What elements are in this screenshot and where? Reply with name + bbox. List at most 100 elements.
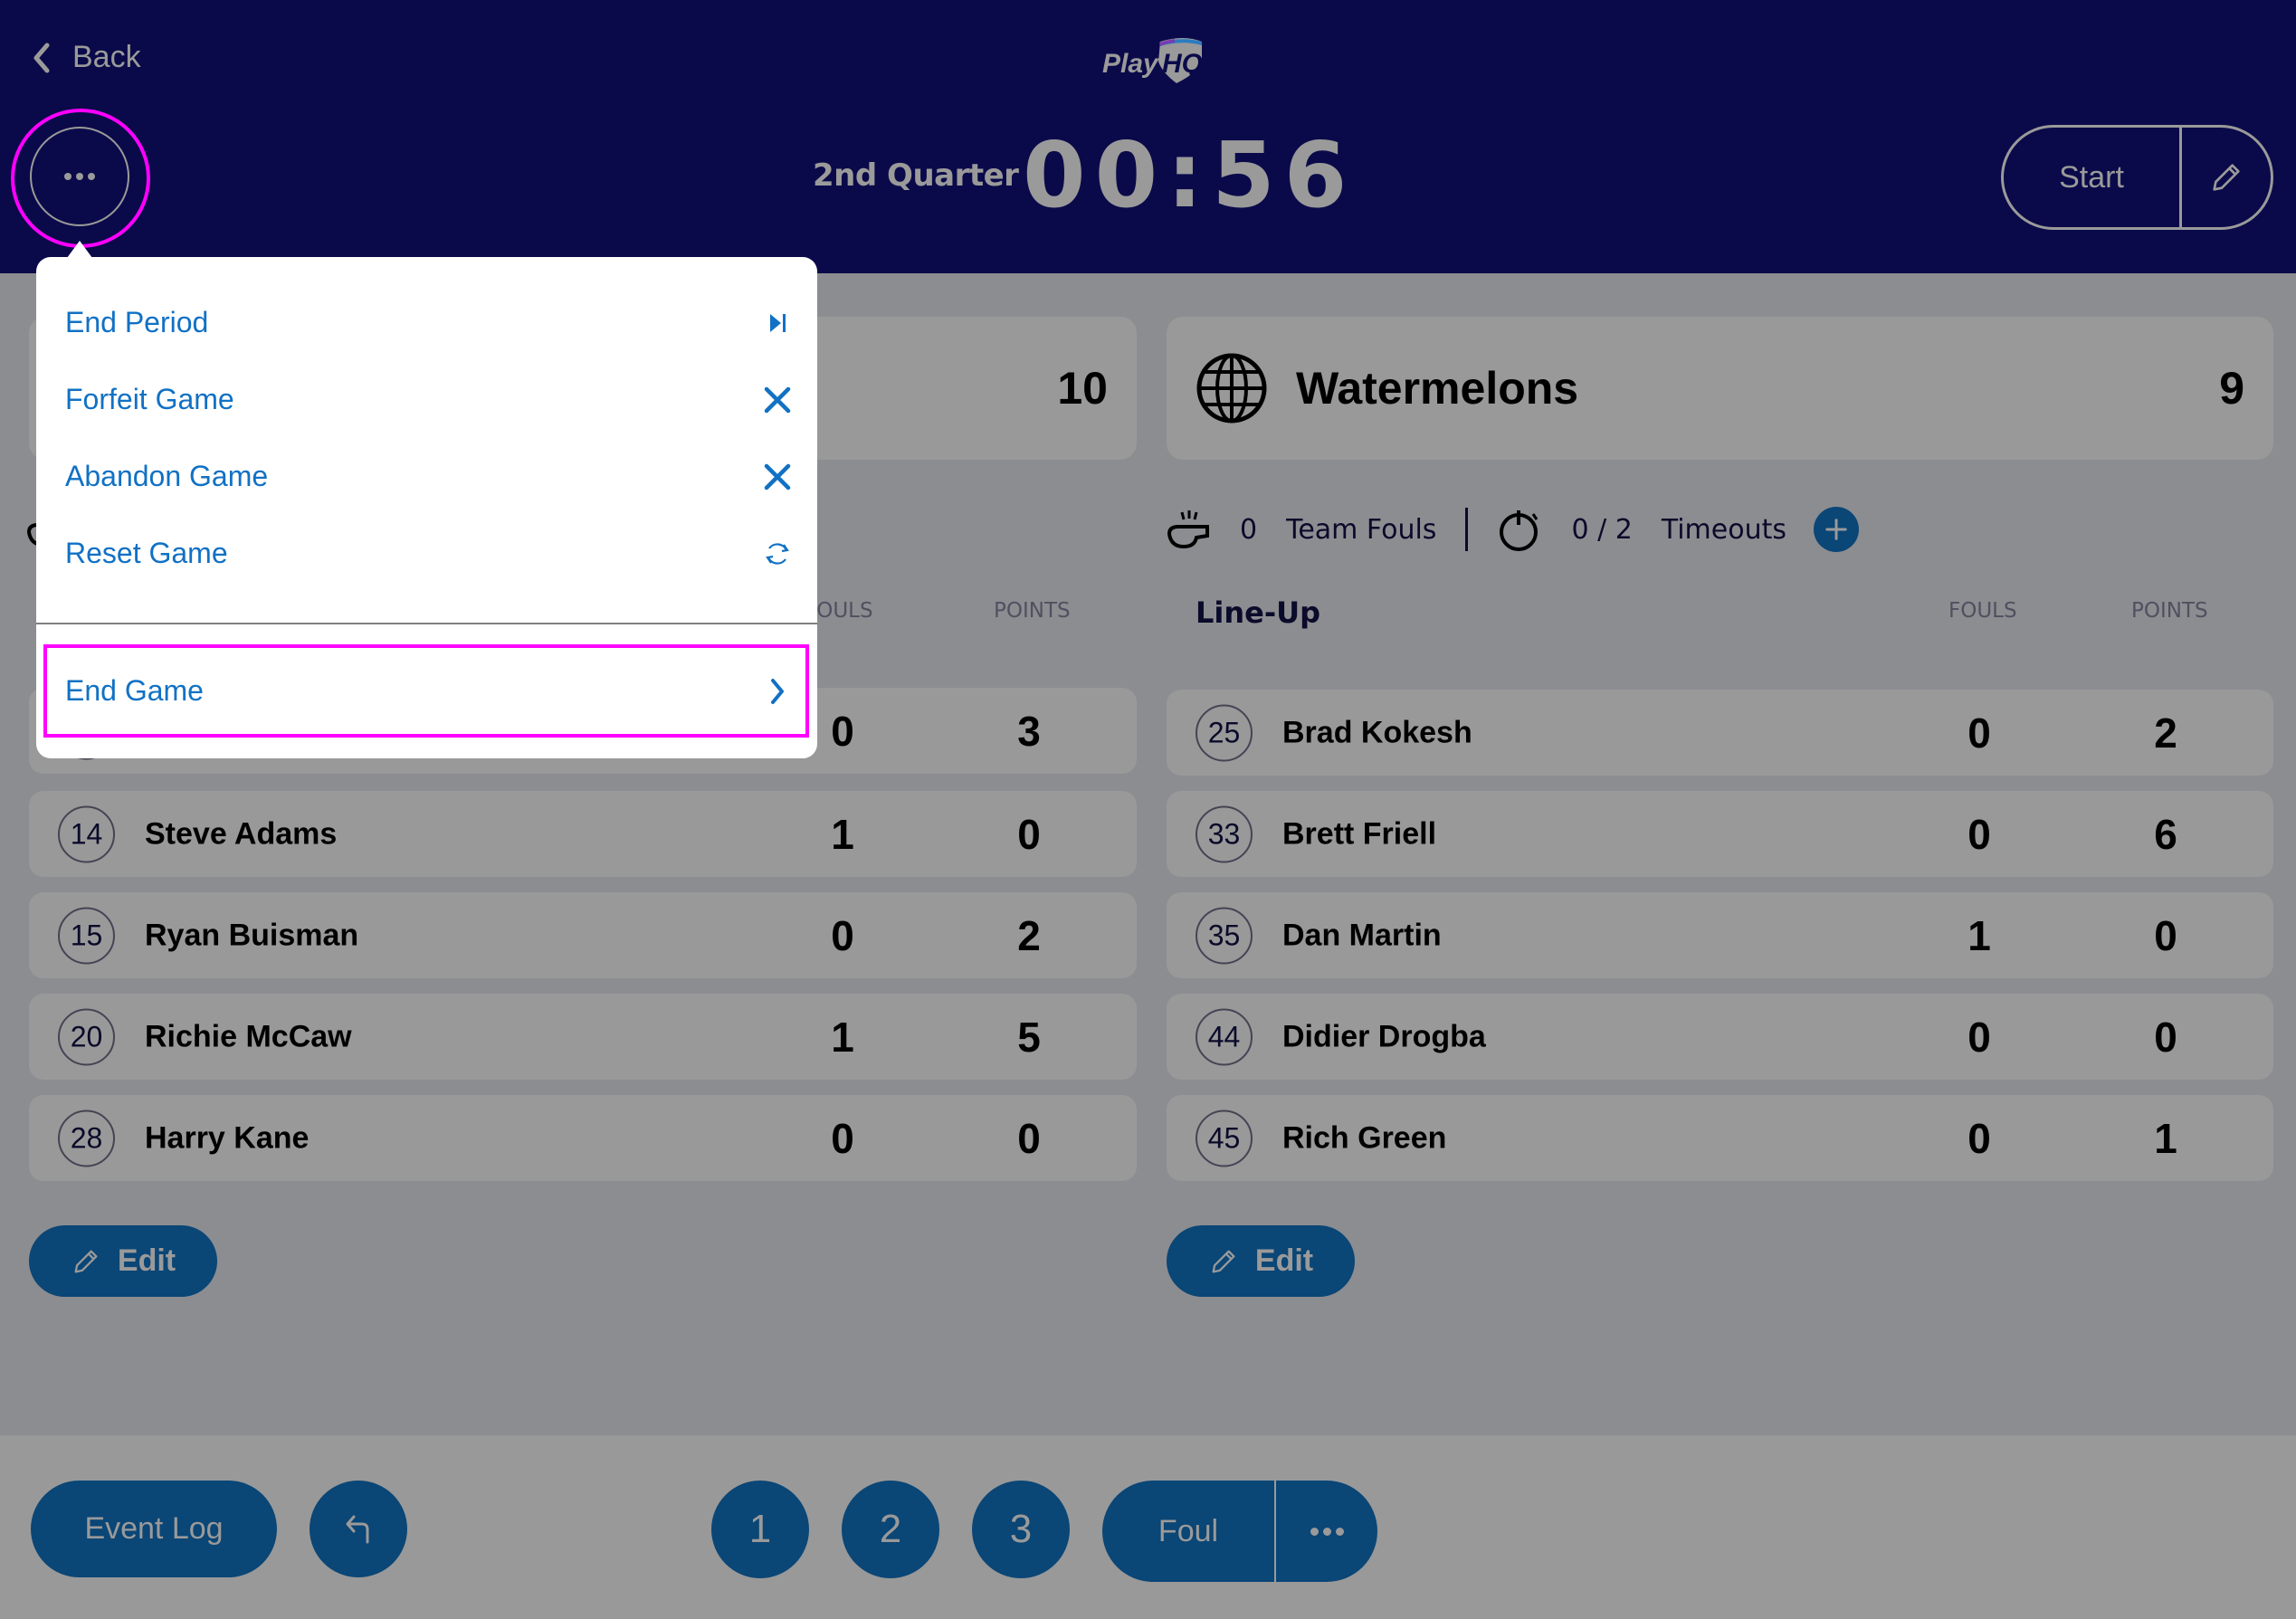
player-points: 2	[2154, 709, 2177, 757]
pencil-icon	[2213, 164, 2240, 191]
player-name: Brad Kokesh	[1282, 715, 1472, 749]
score-3-button[interactable]: 3	[972, 1481, 1070, 1578]
foul-more-button[interactable]	[1276, 1481, 1377, 1582]
away-edit-button[interactable]: Edit	[1167, 1225, 1355, 1297]
svg-text:HQ: HQ	[1162, 49, 1203, 79]
jersey-number: 15	[58, 907, 115, 964]
svg-text:Play: Play	[1102, 49, 1159, 79]
lineup-title: Line-Up	[1196, 595, 1321, 630]
home-points-header: POINTS	[994, 599, 1071, 623]
player-points: 6	[2154, 810, 2177, 858]
menu-item-reset-game[interactable]: Reset Game	[36, 515, 817, 592]
away-fouls-header: FOULS	[1948, 599, 2017, 623]
more-horizontal-icon	[64, 173, 95, 180]
away-player-row[interactable]: 33 Brett Friell 0 6	[1167, 791, 2273, 877]
jersey-number: 45	[1196, 1109, 1253, 1167]
menu-item-label: Reset Game	[65, 537, 228, 569]
edit-label: Edit	[1254, 1243, 1314, 1278]
player-fouls: 1	[1967, 911, 1991, 959]
away-team-name: Watermelons	[1296, 363, 1579, 414]
player-fouls: 1	[831, 810, 854, 858]
pencil-icon	[74, 1250, 98, 1272]
bottom-action-bar: Event Log 1 2 3 Foul	[0, 1435, 2296, 1619]
event-log-button[interactable]: Event Log	[31, 1481, 277, 1577]
back-button[interactable]: Back	[31, 40, 141, 75]
undo-arrow-icon	[346, 1515, 369, 1543]
more-horizontal-icon	[1310, 1527, 1344, 1536]
home-player-row[interactable]: 14 Steve Adams 1 0	[29, 791, 1137, 877]
away-team-score: 9	[2219, 363, 2244, 414]
home-player-row[interactable]: 20 Richie McCaw 1 5	[29, 994, 1137, 1080]
menu-divider	[36, 623, 817, 624]
player-points: 5	[1017, 1013, 1041, 1061]
menu-item-abandon-game[interactable]: Abandon Game	[36, 438, 817, 515]
menu-item-end-game[interactable]: End Game	[36, 652, 817, 729]
player-fouls: 0	[1967, 1013, 1991, 1061]
home-team-score: 10	[1057, 363, 1108, 414]
chevron-right-icon	[771, 678, 784, 704]
player-points: 2	[1017, 911, 1041, 959]
score-1-button[interactable]: 1	[711, 1481, 809, 1578]
player-fouls: 0	[831, 911, 854, 959]
player-fouls: 0	[1967, 1114, 1991, 1162]
foul-controls: Foul	[1102, 1481, 1377, 1582]
clock-controls: Start	[2001, 125, 2273, 230]
player-fouls: 0	[831, 1114, 854, 1162]
undo-button[interactable]	[310, 1481, 407, 1577]
score-2-button[interactable]: 2	[842, 1481, 939, 1578]
home-player-row[interactable]: 15 Ryan Buisman 0 2	[29, 892, 1137, 978]
game-clock: 00:56	[1023, 122, 1357, 228]
back-label: Back	[72, 40, 141, 74]
home-edit-button[interactable]: Edit	[29, 1225, 217, 1297]
jersey-number: 25	[1196, 704, 1253, 761]
close-icon	[764, 463, 791, 490]
player-points: 3	[1017, 707, 1041, 755]
plus-icon	[1825, 519, 1847, 540]
menu-item-end-period[interactable]: End Period	[36, 284, 817, 361]
menu-item-label: End Game	[65, 674, 204, 707]
away-player-row[interactable]: 35 Dan Martin 1 0	[1167, 892, 2273, 978]
foul-button[interactable]: Foul	[1102, 1481, 1276, 1582]
player-name: Harry Kane	[145, 1120, 310, 1155]
whistle-icon	[1167, 510, 1209, 549]
player-name: Brett Friell	[1282, 816, 1437, 851]
menu-item-forfeit-game[interactable]: Forfeit Game	[36, 361, 817, 438]
timeouts-count: 0 / 2	[1571, 513, 1633, 546]
menu-item-label: End Period	[65, 306, 209, 338]
stopwatch-icon	[1500, 510, 1539, 551]
menu-item-label: Abandon Game	[65, 460, 269, 492]
player-points: 0	[1017, 810, 1041, 858]
home-player-row[interactable]: 28 Harry Kane 0 0	[29, 1095, 1137, 1181]
away-player-row[interactable]: 45 Rich Green 0 1	[1167, 1095, 2273, 1181]
player-name: Ryan Buisman	[145, 918, 359, 952]
player-name: Richie McCaw	[145, 1019, 352, 1053]
player-points: 0	[2154, 1013, 2177, 1061]
app-header: Back Play HQ 2nd Quarter 00:56 Start	[0, 0, 2296, 273]
divider	[1465, 508, 1469, 551]
player-fouls: 0	[1967, 709, 1991, 757]
away-player-row[interactable]: 44 Didier Drogba 0 0	[1167, 994, 2273, 1080]
away-team-info: 0 Team Fouls 0 / 2 Timeouts	[1166, 502, 1859, 557]
away-player-row[interactable]: 25 Brad Kokesh 0 2	[1167, 690, 2273, 776]
jersey-number: 44	[1196, 1008, 1253, 1065]
timeouts-label: Timeouts	[1661, 513, 1786, 546]
skip-forward-icon	[770, 313, 786, 332]
pencil-icon	[1212, 1250, 1235, 1272]
away-points-header: POINTS	[2131, 599, 2208, 623]
player-name: Rich Green	[1282, 1120, 1447, 1155]
player-fouls: 0	[1967, 810, 1991, 858]
game-options-menu: End Period Forfeit Game Abandon Game Res…	[36, 257, 817, 758]
team-fouls-label: Team Fouls	[1286, 513, 1437, 546]
edit-clock-button[interactable]	[2182, 128, 2271, 227]
game-options-button[interactable]	[30, 127, 129, 226]
jersey-number: 33	[1196, 805, 1253, 862]
start-button[interactable]: Start	[2004, 128, 2182, 227]
player-fouls: 0	[831, 707, 854, 755]
player-points: 0	[2154, 911, 2177, 959]
jersey-number: 20	[58, 1008, 115, 1065]
jersey-number: 35	[1196, 907, 1253, 964]
jersey-number: 28	[58, 1109, 115, 1167]
add-timeout-button[interactable]	[1814, 507, 1859, 552]
chevron-left-icon	[33, 43, 50, 72]
away-team-card: Watermelons 9	[1167, 317, 2273, 460]
